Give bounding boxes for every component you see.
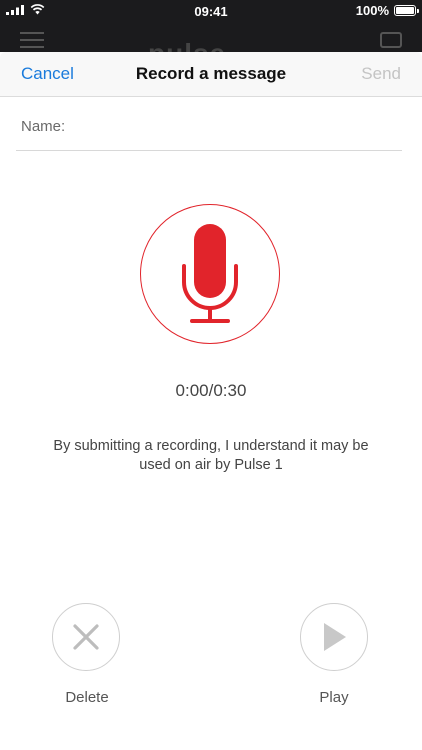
- play-button[interactable]: [300, 603, 368, 671]
- status-right: 100%: [355, 3, 419, 18]
- delete-button[interactable]: [52, 603, 120, 671]
- name-field-row: Name:: [16, 108, 402, 151]
- play-icon: [324, 623, 346, 651]
- app-header: pulse: [0, 22, 422, 52]
- pulse-logo: pulse: [148, 38, 226, 52]
- recording-timer: 0:00/0:30: [175, 381, 247, 400]
- delete-label: Delete: [65, 689, 109, 706]
- hamburger-menu-icon[interactable]: [20, 32, 44, 52]
- nav-bar: Cancel Record a message Send: [0, 52, 422, 97]
- record-message-sheet: Cancel Record a message Send Name: 0:00/…: [0, 52, 422, 750]
- battery-icon: [394, 5, 419, 16]
- name-input[interactable]: [78, 114, 400, 142]
- battery-percent: 100%: [355, 3, 389, 18]
- disclaimer-text: By submitting a recording, I understand …: [53, 438, 369, 473]
- send-button[interactable]: Send: [361, 64, 401, 84]
- name-label: Name:: [21, 118, 66, 135]
- chat-bubble-icon[interactable]: [380, 32, 402, 48]
- record-button[interactable]: [140, 204, 280, 344]
- cancel-button[interactable]: Cancel: [21, 64, 74, 84]
- play-label: Play: [319, 689, 349, 706]
- close-icon: [73, 624, 99, 650]
- status-bar: 09:41 100%: [0, 0, 422, 22]
- microphone-icon: [182, 224, 238, 323]
